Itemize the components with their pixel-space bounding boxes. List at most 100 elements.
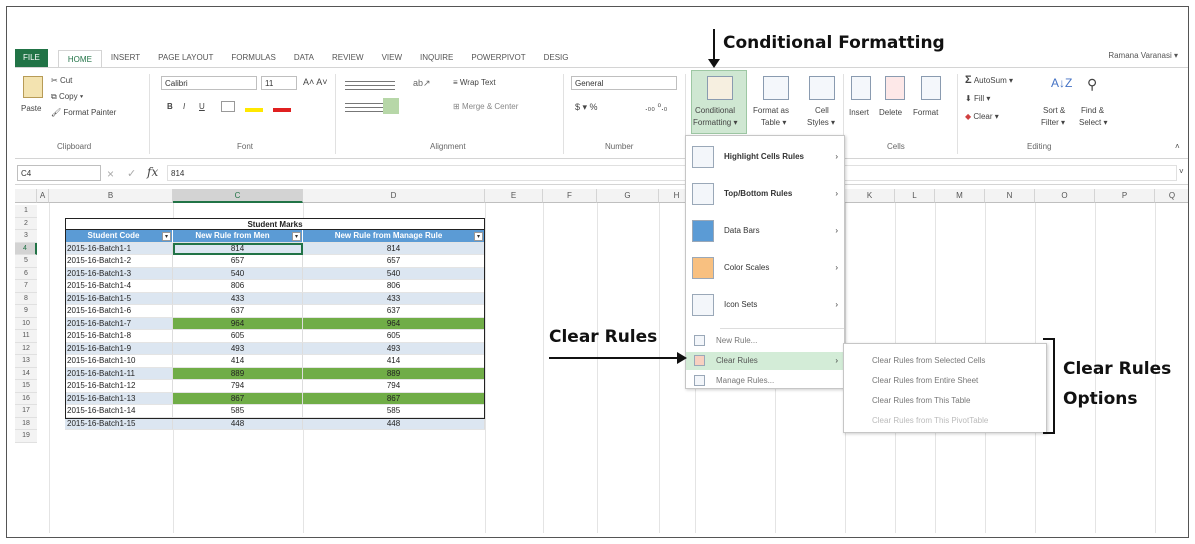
table-cell[interactable]: 889	[173, 367, 303, 380]
format-painter-button[interactable]: 🖌 Format Painter	[51, 108, 116, 117]
tab-inquire[interactable]: INQUIRE	[411, 49, 462, 67]
table-cell[interactable]: 585	[303, 405, 485, 418]
tab-review[interactable]: REVIEW	[323, 49, 373, 67]
table-cell[interactable]: 493	[303, 342, 485, 355]
enter-icon[interactable]: ✓	[127, 167, 136, 180]
clear-button[interactable]: ◆ Clear ▾	[965, 112, 999, 121]
sort-filter-label-2[interactable]: Filter ▾	[1041, 118, 1065, 127]
table-cell[interactable]: 657	[303, 255, 485, 268]
tab-file[interactable]: FILE	[15, 49, 48, 67]
table-cell[interactable]: 657	[173, 255, 303, 268]
cf-menu-item[interactable]: Top/Bottom Rules ›	[686, 179, 844, 211]
font-name-select[interactable]: Calibri	[161, 76, 257, 90]
table-cell[interactable]: 605	[303, 330, 485, 343]
format-label[interactable]: Format	[913, 108, 938, 117]
sort-filter-icon[interactable]: A↓Z	[1051, 76, 1072, 90]
cf-menu-item[interactable]: Highlight Cells Rules ›	[686, 142, 844, 174]
column-header-e[interactable]: E	[485, 189, 543, 203]
table-cell[interactable]: 889	[303, 367, 485, 380]
clear-rules-option[interactable]: Clear Rules from Selected Cells	[844, 352, 1046, 370]
cf-menu-item[interactable]: Manage Rules...	[686, 372, 844, 390]
table-cell[interactable]: 2015-16-Batch1-4	[65, 280, 173, 293]
row-header[interactable]: 12	[15, 342, 37, 355]
delete-label[interactable]: Delete	[879, 108, 902, 117]
column-header-m[interactable]: M	[935, 189, 985, 203]
column-header-p[interactable]: P	[1095, 189, 1155, 203]
underline-button[interactable]: U	[199, 102, 205, 111]
insert-label[interactable]: Insert	[849, 108, 869, 117]
row-header[interactable]: 11	[15, 330, 37, 343]
row-header[interactable]: 18	[15, 417, 37, 430]
column-header-c[interactable]: C	[173, 189, 303, 203]
table-cell[interactable]: 794	[303, 380, 485, 393]
table-cell[interactable]: 585	[173, 405, 303, 418]
table-cell[interactable]: 794	[173, 380, 303, 393]
row-header[interactable]: 6	[15, 267, 37, 280]
table-cell[interactable]: 540	[303, 267, 485, 280]
delete-cells-icon[interactable]	[885, 76, 905, 100]
table-cell[interactable]: 2015-16-Batch1-3	[65, 267, 173, 280]
cut-button[interactable]: ✂ Cut	[51, 76, 72, 85]
row-header[interactable]: 7	[15, 280, 37, 293]
column-header-g[interactable]: G	[597, 189, 659, 203]
insert-function-icon[interactable]: fx	[147, 165, 158, 179]
tab-page-layout[interactable]: PAGE LAYOUT	[149, 49, 222, 67]
row-header[interactable]: 8	[15, 292, 37, 305]
user-name[interactable]: Ramana Varanasi ▾	[1108, 51, 1178, 60]
clear-rules-option[interactable]: Clear Rules from This Table	[844, 392, 1046, 410]
fill-button[interactable]: ⬇ Fill ▾	[965, 94, 990, 103]
expand-formula-icon[interactable]: ˅	[1179, 167, 1184, 176]
currency-percent-buttons[interactable]: $ ▾ %	[575, 102, 598, 113]
column-header-n[interactable]: N	[985, 189, 1035, 203]
table-cell[interactable]: 814	[173, 242, 303, 255]
tab-insert[interactable]: INSERT	[102, 49, 149, 67]
number-format-select[interactable]: General	[571, 76, 677, 90]
table-cell[interactable]: 448	[173, 417, 303, 430]
name-box[interactable]: C4	[17, 165, 101, 181]
table-cell[interactable]: 2015-16-Batch1-9	[65, 342, 173, 355]
table-cell[interactable]: 964	[303, 317, 485, 330]
table-cell[interactable]: 493	[173, 342, 303, 355]
table-cell[interactable]: 414	[173, 355, 303, 368]
table-cell[interactable]: 806	[303, 280, 485, 293]
border-icon[interactable]	[221, 101, 235, 112]
table-cell[interactable]: 540	[173, 267, 303, 280]
collapse-ribbon-icon[interactable]: ˄	[1175, 142, 1180, 151]
copy-button[interactable]: ⧉ Copy ▾	[51, 92, 83, 102]
table-header[interactable]: New Rule from Manage Rule	[303, 230, 485, 243]
filter-dropdown-icon[interactable]: ▾	[474, 232, 483, 241]
column-header-b[interactable]: B	[49, 189, 173, 203]
column-header-l[interactable]: L	[895, 189, 935, 203]
sort-filter-label-1[interactable]: Sort &	[1043, 106, 1065, 115]
italic-button[interactable]: I	[183, 102, 185, 111]
table-cell[interactable]: 2015-16-Batch1-1	[65, 242, 173, 255]
row-header[interactable]: 17	[15, 405, 37, 418]
table-cell[interactable]: 2015-16-Batch1-6	[65, 305, 173, 318]
table-cell[interactable]: 2015-16-Batch1-14	[65, 405, 173, 418]
row-header[interactable]: 3	[15, 230, 37, 243]
table-cell[interactable]: 964	[173, 317, 303, 330]
column-header-q[interactable]: Q	[1155, 189, 1188, 203]
tab-desig[interactable]: DESIG	[535, 49, 578, 67]
table-cell[interactable]: 806	[173, 280, 303, 293]
row-header[interactable]: 10	[15, 317, 37, 330]
table-cell[interactable]: 2015-16-Batch1-12	[65, 380, 173, 393]
cf-menu-item[interactable]: New Rule...	[686, 332, 844, 350]
fill-color-icon[interactable]	[245, 108, 263, 112]
table-header[interactable]: Student Code	[65, 230, 173, 243]
decimal-buttons[interactable]: .₀₀ ⁰.₀	[645, 102, 667, 113]
column-header-o[interactable]: O	[1035, 189, 1095, 203]
grow-shrink-font-icon[interactable]: A˄ A˅	[303, 77, 328, 87]
cell-styles-icon[interactable]	[809, 76, 835, 100]
column-header-f[interactable]: F	[543, 189, 597, 203]
formula-input[interactable]: 814	[167, 165, 1177, 181]
row-header[interactable]: 15	[15, 380, 37, 393]
align-center-icon[interactable]	[383, 98, 399, 114]
table-cell[interactable]: 2015-16-Batch1-10	[65, 355, 173, 368]
table-cell[interactable]: 2015-16-Batch1-13	[65, 392, 173, 405]
format-as-table-icon[interactable]	[763, 76, 789, 100]
table-cell[interactable]: 867	[303, 392, 485, 405]
cf-menu-item[interactable]: Icon Sets ›	[686, 290, 844, 322]
cf-menu-item[interactable]: Clear Rules ›	[686, 352, 844, 370]
find-select-label-1[interactable]: Find &	[1081, 106, 1104, 115]
